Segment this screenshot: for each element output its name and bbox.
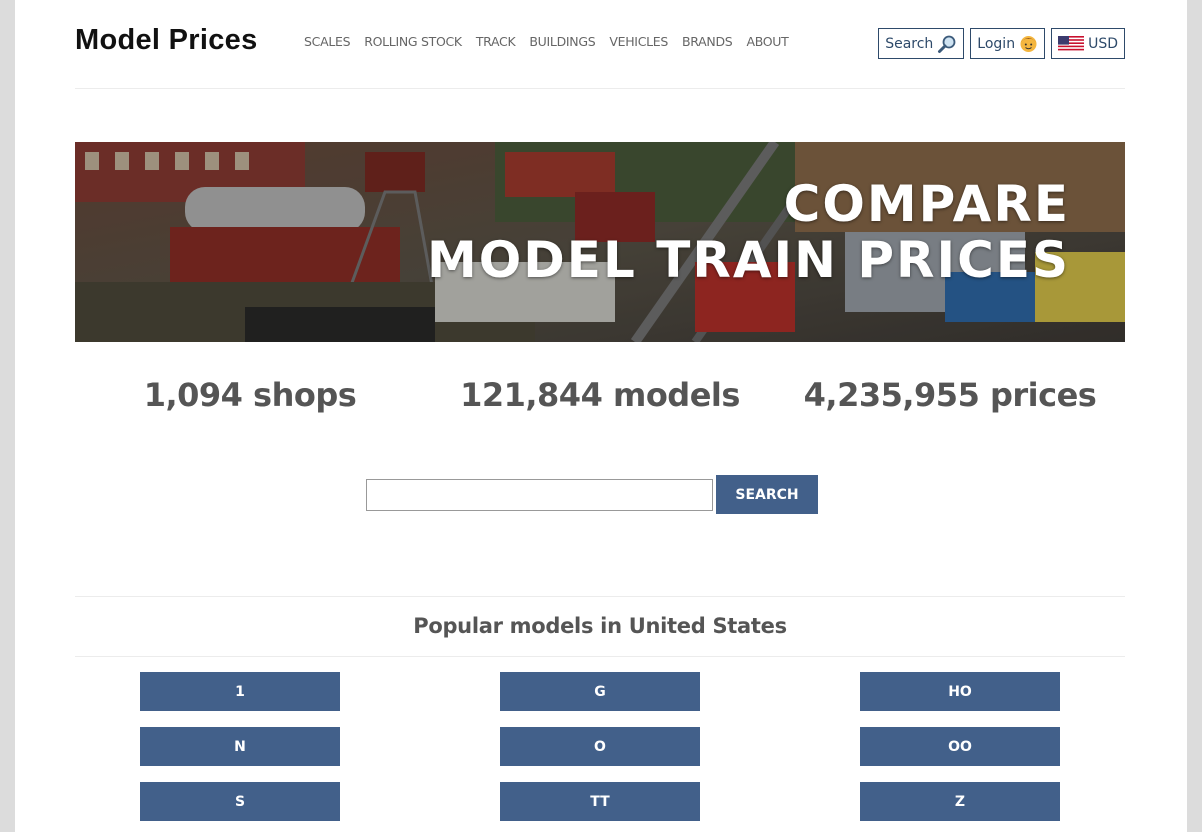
scale-button-n[interactable]: N (140, 727, 340, 766)
header-search-button[interactable]: Search (878, 28, 965, 59)
nav-rolling-stock[interactable]: ROLLING STOCK (364, 34, 462, 49)
popular-title: Popular models in United States (413, 614, 787, 638)
header-actions: Search Login USD (878, 28, 1125, 59)
hero-banner: COMPARE MODEL TRAIN PRICES (75, 142, 1125, 342)
scale-button-tt[interactable]: TT (500, 782, 700, 821)
nav-brands[interactable]: BRANDS (682, 34, 733, 49)
scale-button-oo[interactable]: OO (860, 727, 1060, 766)
nav-vehicles[interactable]: VEHICLES (609, 34, 668, 49)
scale-button-ho[interactable]: HO (860, 672, 1060, 711)
header-divider (75, 88, 1125, 89)
page: Model Prices SCALES ROLLING STOCK TRACK … (15, 0, 1187, 832)
stat-models: 121,844 models (460, 376, 740, 414)
scale-button-g[interactable]: G (500, 672, 700, 711)
scale-button-o[interactable]: O (500, 727, 700, 766)
hero-line-2: MODEL TRAIN PRICES (427, 231, 1070, 289)
nav-about[interactable]: ABOUT (746, 34, 788, 49)
stats-row: 1,094 shops 121,844 models 4,235,955 pri… (75, 376, 1125, 414)
currency-selector[interactable]: USD (1051, 28, 1125, 59)
nav-track[interactable]: TRACK (476, 34, 516, 49)
search-input[interactable] (366, 479, 713, 511)
stat-shops: 1,094 shops (143, 376, 357, 414)
hero-line-1: COMPARE (783, 175, 1070, 233)
stat-prices: 4,235,955 prices (803, 376, 1097, 414)
search-button[interactable]: SEARCH (716, 475, 818, 514)
header-search-label: Search (885, 35, 934, 52)
scale-button-z[interactable]: Z (860, 782, 1060, 821)
popular-top-divider (75, 596, 1125, 597)
us-flag-icon (1058, 35, 1085, 52)
popular-bottom-divider (75, 656, 1125, 657)
scale-button-s[interactable]: S (140, 782, 340, 821)
nav-buildings[interactable]: BUILDINGS (529, 34, 595, 49)
main-nav: SCALES ROLLING STOCK TRACK BUILDINGS VEH… (304, 34, 789, 49)
header-login-button[interactable]: Login (970, 28, 1046, 59)
hero-headline: COMPARE MODEL TRAIN PRICES (427, 176, 1070, 288)
magnifier-icon (937, 34, 957, 54)
header-login-label: Login (977, 35, 1016, 52)
site-logo[interactable]: Model Prices (75, 24, 258, 57)
nav-scales[interactable]: SCALES (304, 34, 351, 49)
currency-label: USD (1088, 35, 1118, 52)
scale-button-1[interactable]: 1 (140, 672, 340, 711)
user-face-icon (1019, 34, 1038, 53)
